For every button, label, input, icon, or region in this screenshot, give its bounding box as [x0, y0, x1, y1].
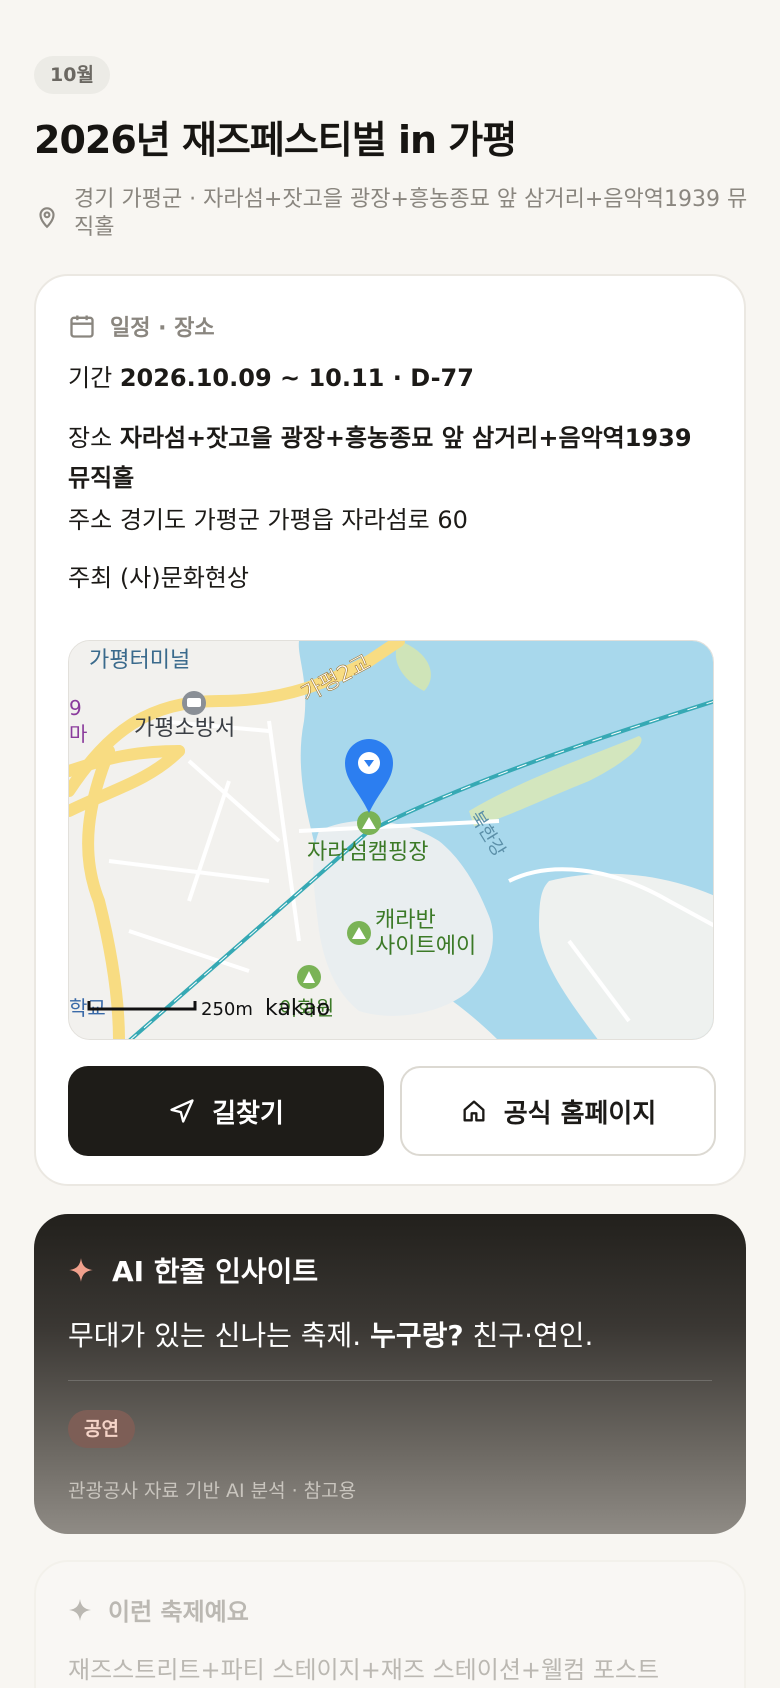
description-header: 이런 축제예요 — [68, 1592, 249, 1627]
ai-insight-title: AI 한줄 인사이트 — [112, 1255, 319, 1288]
festival-detail-page: 10월 2026년 재즈페스티벌 in 가평 경기 가평군 · 자라섬+잣고을 … — [0, 0, 780, 1688]
ai-insight-text: 무대가 있는 신나는 축제. 누구랑? 친구·연인. — [68, 1314, 593, 1358]
address-value: 경기도 가평군 가평읍 자라섬로 60 — [119, 506, 468, 534]
homepage-button[interactable]: 공식 홈페이지 — [400, 1066, 716, 1156]
map-brand: kakao — [265, 996, 330, 1021]
map-label-edge-a: 9 — [69, 696, 82, 720]
page-title: 2026년 재즈페스티벌 in 가평 — [34, 118, 517, 162]
description-title: 이런 축제예요 — [108, 1598, 249, 1626]
ai-divider — [68, 1380, 712, 1381]
venue-label: 장소 — [68, 424, 113, 452]
sparkle-icon — [69, 1258, 93, 1282]
map-label-caravan-2: 사이트에이 — [375, 934, 476, 959]
card-header: 일정 · 장소 — [68, 310, 215, 342]
ai-disclaimer: 관광공사 자료 기반 AI 분석 · 참고용 — [68, 1480, 357, 1502]
card-title: 일정 · 장소 — [110, 316, 215, 341]
map-scale-label: 250m — [201, 999, 253, 1020]
ai-insight-card: AI 한줄 인사이트 무대가 있는 신나는 축제. 누구랑? 친구·연인. 공연… — [34, 1214, 746, 1534]
venue-map[interactable]: 가평터미널 가평소방서 9 마 가평2교 북한강 자라섬캠핑장 캐라반 사이트에… — [68, 640, 714, 1040]
month-badge: 10월 — [34, 56, 110, 94]
period-value: 2026.10.09 ~ 10.11 · D-77 — [119, 364, 474, 392]
host-label: 주최 — [68, 564, 113, 592]
map-label-camping: 자라섬캠핑장 — [307, 840, 428, 865]
map-label-fire-station: 가평소방서 — [134, 716, 235, 741]
directions-button[interactable]: 길찾기 — [68, 1066, 384, 1156]
description-text: 재즈스트리트+파티 스테이지+재즈 스테이션+웰컴 포스트 — [68, 1656, 660, 1684]
host-row: 주최 (사)문화현상 — [68, 558, 718, 598]
address-label: 주소 — [68, 506, 113, 534]
period-row: 기간 2026.10.09 ~ 10.11 · D-77 — [68, 358, 718, 398]
map-label-terminal: 가평터미널 — [89, 648, 190, 673]
fire-truck-icon — [187, 698, 201, 707]
festival-description-card: 이런 축제예요 재즈스트리트+파티 스테이지+재즈 스테이션+웰컴 포스트 — [34, 1560, 746, 1688]
venue-value: 자라섬+잣고을 광장+흥농종묘 앞 삼거리+음악역1939 뮤직홀 — [68, 424, 692, 492]
location-summary: 경기 가평군 · 자라섬+잣고을 광장+흥농종묘 앞 삼거리+음악역1939 뮤… — [34, 186, 754, 242]
map-label-caravan-1: 캐라반 — [375, 908, 436, 933]
ai-insight-tail: 친구·연인. — [472, 1319, 594, 1352]
location-pin-icon — [39, 207, 55, 229]
sparkle-icon — [69, 1598, 91, 1621]
category-tag: 공연 — [68, 1410, 135, 1448]
calendar-icon — [70, 315, 94, 338]
period-label: 기간 — [68, 364, 113, 392]
ai-insight-plain: 무대가 있는 신나는 축제. — [68, 1319, 362, 1352]
ai-insight-header: AI 한줄 인사이트 — [68, 1250, 318, 1290]
homepage-label: 공식 홈페이지 — [503, 1098, 657, 1129]
ai-insight-bold: 누구랑? — [370, 1319, 464, 1352]
map-label-edge-b: 마 — [69, 722, 87, 746]
navigation-arrow-icon — [170, 1099, 194, 1123]
venue-row: 장소 자라섬+잣고을 광장+흥농종묘 앞 삼거리+음악역1939 뮤직홀 — [68, 418, 718, 498]
location-text: 경기 가평군 · 자라섬+잣고을 광장+흥농종묘 앞 삼거리+음악역1939 뮤… — [74, 187, 748, 240]
home-icon — [463, 1100, 485, 1122]
host-value: (사)문화현상 — [119, 564, 249, 592]
directions-label: 길찾기 — [212, 1098, 284, 1129]
schedule-venue-card: 일정 · 장소 기간 2026.10.09 ~ 10.11 · D-77 장소 … — [34, 274, 746, 1186]
address-row: 주소 경기도 가평군 가평읍 자라섬로 60 — [68, 500, 718, 540]
